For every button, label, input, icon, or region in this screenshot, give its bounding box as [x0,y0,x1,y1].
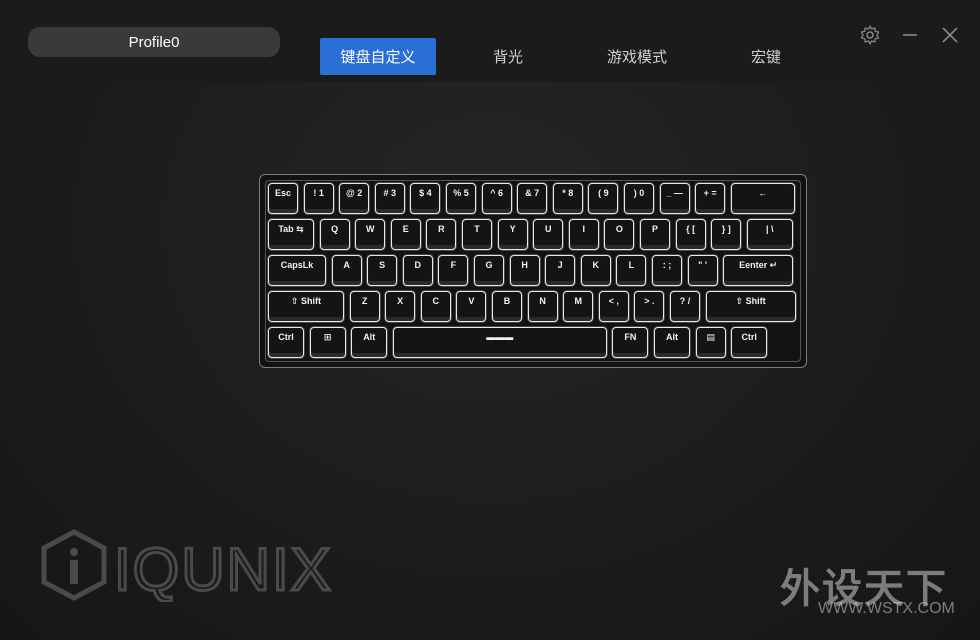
key[interactable]: } ] [711,219,742,250]
gear-icon [860,25,880,45]
key[interactable]: Esc [268,183,298,214]
key[interactable]: ▤ [695,327,726,358]
key[interactable]: D [402,255,433,286]
key[interactable]: Eenter ↵ [723,255,794,286]
key[interactable]: J [545,255,576,286]
key[interactable]: ⇧ Shift [268,291,344,322]
tab-game-mode[interactable]: 游戏模式 [592,38,682,75]
key[interactable]: @ 2 [339,183,370,214]
key[interactable]: Ctrl [268,327,304,358]
key[interactable]: * 8 [552,183,583,214]
key[interactable]: ▬▬▬ [392,327,607,358]
key[interactable]: O [604,219,635,250]
key[interactable]: { [ [675,219,706,250]
key[interactable]: W [355,219,386,250]
minimize-button[interactable] [899,24,921,46]
tab-backlight[interactable]: 背光 [468,38,548,75]
key[interactable]: S [367,255,398,286]
key[interactable]: L [616,255,647,286]
key[interactable]: ^ 6 [481,183,512,214]
key[interactable]: C [420,291,451,322]
key[interactable]: N [527,291,558,322]
key[interactable]: ← [730,183,795,214]
key[interactable]: T [462,219,492,250]
key[interactable]: Alt [654,327,690,358]
close-icon [942,27,958,43]
key[interactable]: ) 0 [624,183,654,214]
key[interactable]: + = [695,183,726,214]
tab-macro[interactable]: 宏键 [726,38,806,75]
key[interactable]: ⊞ [309,327,346,358]
key[interactable]: > . [634,291,665,322]
key[interactable]: Q [319,219,350,250]
key[interactable]: FN [612,327,649,358]
keyboard-layout: Esc! 1 @ 2 # 3 $ 4% 5 ^ 6 & 7 * 8( 9) 0 _ — + = ←… [259,174,807,368]
key[interactable]: G [474,255,504,286]
svg-text:IQUNIX: IQUNIX [114,536,333,602]
key[interactable]: Y [497,219,528,250]
key[interactable]: P [640,219,670,250]
key[interactable]: Z [349,291,380,322]
watermark-url: WWW.WSTX.COM [818,600,955,617]
key[interactable]: < , [598,291,629,322]
key[interactable]: Alt [351,327,388,358]
key[interactable]: ? / [670,291,700,322]
key[interactable]: H [509,255,540,286]
key[interactable]: X [385,291,416,322]
key[interactable]: R [426,219,457,250]
key[interactable]: # 3 [374,183,405,214]
key[interactable]: U [533,219,564,250]
key[interactable]: Tab ⇆ [268,219,314,250]
key[interactable]: : ; [652,255,682,286]
key[interactable]: A [331,255,362,286]
minimize-icon [903,34,917,36]
key[interactable]: Ctrl [731,327,768,358]
profile-selector[interactable]: Profile0 [28,27,280,57]
key[interactable]: M [563,291,594,322]
key[interactable]: ! 1 [303,183,334,214]
key[interactable]: K [580,255,611,286]
settings-button[interactable] [859,24,881,46]
key[interactable]: ( 9 [588,183,619,214]
key[interactable]: % 5 [446,183,476,214]
key[interactable]: $ 4 [410,183,441,214]
key[interactable]: F [438,255,469,286]
key[interactable]: B [492,291,522,322]
key[interactable]: V [456,291,487,322]
key[interactable]: ⇧ Shift [705,291,796,322]
close-button[interactable] [939,24,961,46]
iqunix-logo: IQUNIX [38,528,338,605]
key[interactable]: " ' [687,255,718,286]
key[interactable]: & 7 [517,183,548,214]
tab-keyboard-customize[interactable]: 键盘自定义 [320,38,436,75]
key[interactable]: CapsLk [268,255,326,286]
key[interactable]: I [568,219,599,250]
key[interactable]: _ — [659,183,690,214]
key[interactable]: | \ [746,219,793,250]
key[interactable]: E [390,219,421,250]
